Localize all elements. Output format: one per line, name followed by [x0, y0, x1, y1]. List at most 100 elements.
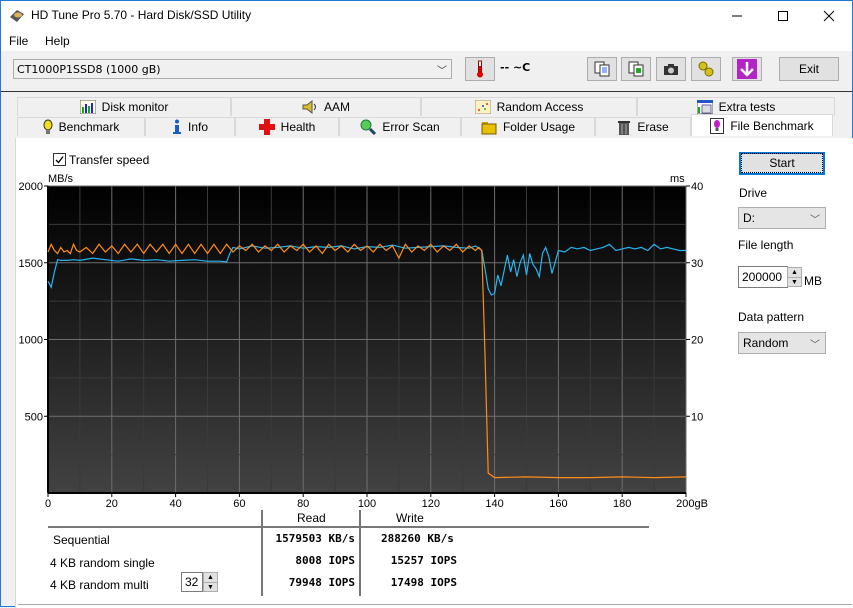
tab-folder-usage[interactable]: Folder Usage: [461, 117, 595, 136]
data-pattern-label: Data pattern: [738, 310, 805, 324]
chevron-down-icon: ﹀: [810, 215, 820, 226]
stepper-up-icon[interactable]: ▲: [788, 268, 801, 278]
transfer-speed-label: Transfer speed: [69, 153, 150, 167]
save-download-icon: [737, 59, 757, 79]
close-icon: [823, 10, 835, 22]
file-length-label: File length: [738, 238, 794, 252]
4kb-single-read-value: 8008 IOPS: [295, 554, 355, 567]
stepper-down-icon[interactable]: ▼: [788, 278, 801, 287]
tab-label: Disk monitor: [101, 100, 169, 114]
drive-select[interactable]: CT1000P1SSD8 (1000 gB) ﹀: [13, 59, 452, 79]
tab-label: Extra tests: [718, 100, 776, 114]
chevron-down-icon: ﹀: [437, 66, 447, 77]
tab-label: Benchmark: [58, 120, 120, 134]
magnifier-icon: [360, 119, 377, 135]
start-button[interactable]: Start: [739, 152, 825, 175]
tab-label: Erase: [637, 120, 669, 134]
temperature-readout: -- ~C: [500, 61, 531, 74]
tab-random-access[interactable]: Random Access: [421, 97, 637, 116]
bottom-divider: [18, 604, 852, 605]
close-button[interactable]: [806, 1, 852, 31]
checkmark-icon: [55, 156, 64, 164]
data-pattern-value: Random: [743, 336, 789, 350]
disk-monitor-icon: [79, 100, 96, 114]
start-button-label: Start: [741, 153, 823, 173]
tab-file-benchmark[interactable]: File Benchmark: [691, 114, 833, 136]
transfer-speed-checkbox[interactable]: [53, 153, 66, 166]
y-axis-label: MB/s: [48, 173, 74, 185]
tab-label: Folder Usage: [502, 120, 576, 134]
y2-axis-label: ms: [670, 173, 685, 185]
menu-file[interactable]: File: [9, 34, 28, 48]
copy-text-button[interactable]: [587, 57, 617, 81]
minimize-button[interactable]: [714, 1, 760, 31]
copy-text-icon: [594, 61, 610, 77]
temperature-button[interactable]: [465, 57, 495, 81]
speaker-icon: [302, 100, 316, 114]
health-cross-icon: [258, 119, 275, 135]
tab-label: Random Access: [496, 100, 584, 114]
file-length-input[interactable]: 200000: [738, 266, 788, 288]
menu-help[interactable]: Help: [45, 34, 70, 48]
4kb-multi-read-value: 79948 IOPS: [288, 576, 355, 589]
thermometer-icon: [477, 60, 483, 78]
data-pattern-select[interactable]: Random ﹀: [738, 332, 826, 354]
folder-icon: [481, 121, 497, 134]
tab-label: File Benchmark: [730, 118, 814, 133]
options-icon: [698, 61, 714, 77]
queue-depth-value: 32: [185, 575, 199, 589]
queue-depth-input[interactable]: 32: [181, 572, 203, 592]
read-column-header: Read: [297, 511, 326, 525]
hd-tune-logo-icon: [10, 10, 24, 22]
stepper-up-icon[interactable]: ▲: [204, 573, 217, 583]
file-length-stepper[interactable]: ▲ ▼: [787, 267, 802, 287]
options-button[interactable]: [691, 57, 721, 81]
4kb-single-write-value: 15257 IOPS: [390, 554, 457, 567]
info-icon: [172, 119, 181, 134]
menu-bar: File Help: [1, 31, 852, 51]
app-window: HD Tune Pro 5.70 - Hard Disk/SSD Utility…: [0, 0, 853, 608]
tab-aam[interactable]: AAM: [231, 97, 421, 116]
title-bar: HD Tune Pro 5.70 - Hard Disk/SSD Utility: [1, 1, 852, 31]
tab-label: Info: [187, 120, 208, 134]
drive-letter-select[interactable]: D: ﹀: [738, 207, 826, 229]
tab-label: Health: [280, 120, 316, 134]
exit-button[interactable]: Exit: [779, 57, 839, 81]
maximize-button[interactable]: [760, 1, 806, 31]
tab-erase[interactable]: Erase: [595, 117, 691, 136]
file-length-unit: MB: [804, 274, 822, 288]
random-access-icon: [474, 100, 491, 114]
tab-benchmark[interactable]: Benchmark: [17, 117, 145, 136]
lightbulb-icon: [43, 119, 53, 134]
stepper-down-icon[interactable]: ▼: [204, 583, 217, 592]
write-column-header: Write: [396, 511, 424, 525]
toolbar: CT1000P1SSD8 (1000 gB) ﹀ -- ~C Exit: [1, 51, 852, 92]
tab-row-bottom: Benchmark Info Health Error Scan Folder …: [15, 114, 853, 137]
copy-screenshot-icon: [628, 61, 644, 77]
camera-icon: [664, 64, 678, 75]
tab-info[interactable]: Info: [145, 117, 235, 136]
copy-screenshot-button[interactable]: [621, 57, 651, 81]
4kb-multi-write-value: 17498 IOPS: [390, 576, 457, 589]
minimize-icon: [732, 15, 742, 17]
extra-tests-icon: [696, 100, 713, 114]
row-label-4kb-single: 4 KB random single: [50, 556, 155, 570]
sequential-read-value: 1579503 KB/s: [275, 532, 355, 545]
drive-label: Drive: [739, 186, 768, 200]
queue-depth-stepper[interactable]: ▲ ▼: [203, 572, 218, 592]
window-title: HD Tune Pro 5.70 - Hard Disk/SSD Utility: [31, 8, 252, 22]
drive-letter-value: D:: [743, 211, 755, 225]
screenshot-button[interactable]: [656, 57, 686, 81]
tab-health[interactable]: Health: [235, 117, 339, 136]
tab-disk-monitor[interactable]: Disk monitor: [17, 97, 231, 116]
header-divider: [48, 526, 649, 528]
trash-icon: [618, 121, 631, 135]
row-label-sequential: Sequential: [53, 533, 110, 547]
drive-select-value: CT1000P1SSD8 (1000 gB): [17, 63, 161, 76]
tab-label: Error Scan: [382, 120, 440, 134]
tab-error-scan[interactable]: Error Scan: [339, 117, 461, 136]
tab-label: AAM: [323, 100, 350, 114]
save-button[interactable]: [732, 57, 762, 81]
row-label-4kb-multi: 4 KB random multi: [50, 578, 149, 592]
file-benchmark-icon: [710, 117, 725, 134]
